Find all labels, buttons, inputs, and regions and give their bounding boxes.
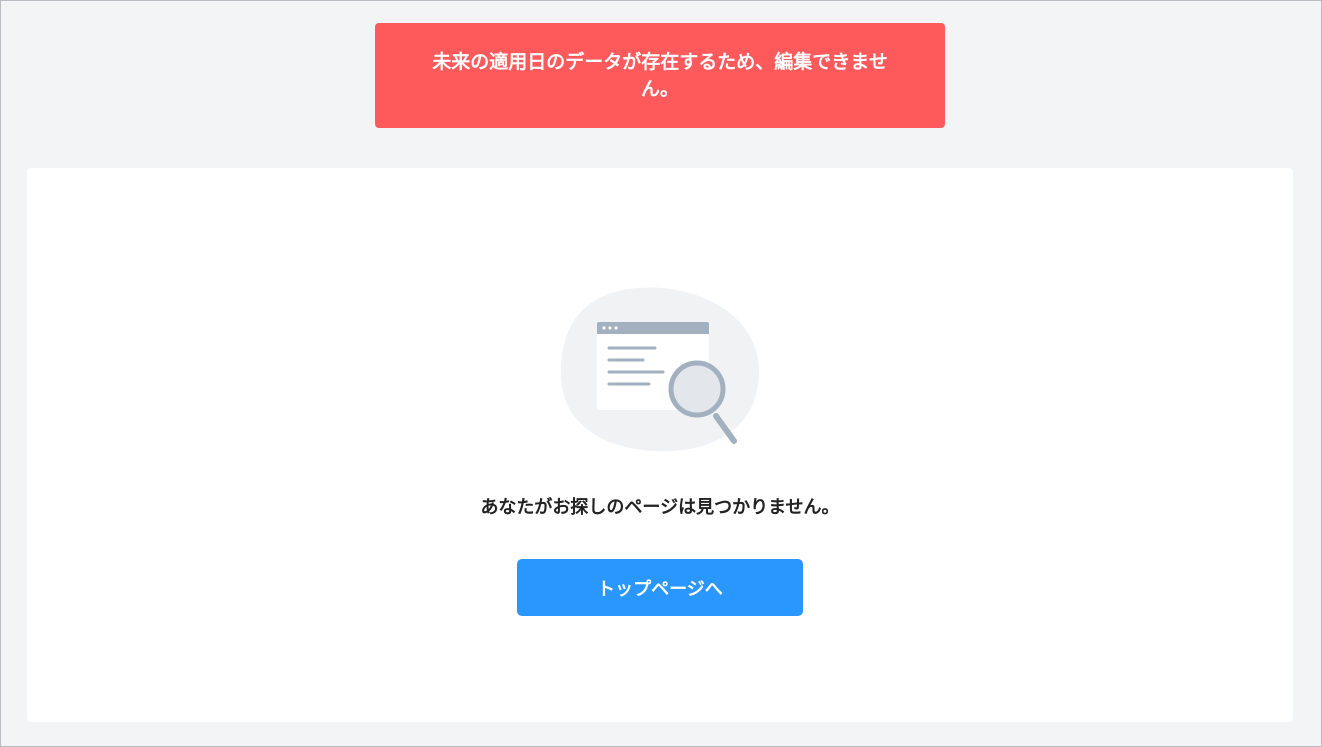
error-toast: 未来の適用日のデータが存在するため、編集できません。 — [375, 23, 945, 128]
not-found-message: あなたがお探しのページは見つかりません。 — [480, 497, 840, 518]
page-frame: 未来の適用日のデータが存在するため、編集できません。 あなたがお探しのページは見… — [0, 0, 1322, 747]
error-toast-message: 未来の適用日のデータが存在するため、編集できません。 — [432, 51, 888, 100]
top-page-button[interactable]: トップページへ — [517, 559, 803, 616]
not-found-card: あなたがお探しのページは見つかりません。 トップページへ — [27, 168, 1293, 722]
browser-window-search-icon — [560, 287, 759, 452]
